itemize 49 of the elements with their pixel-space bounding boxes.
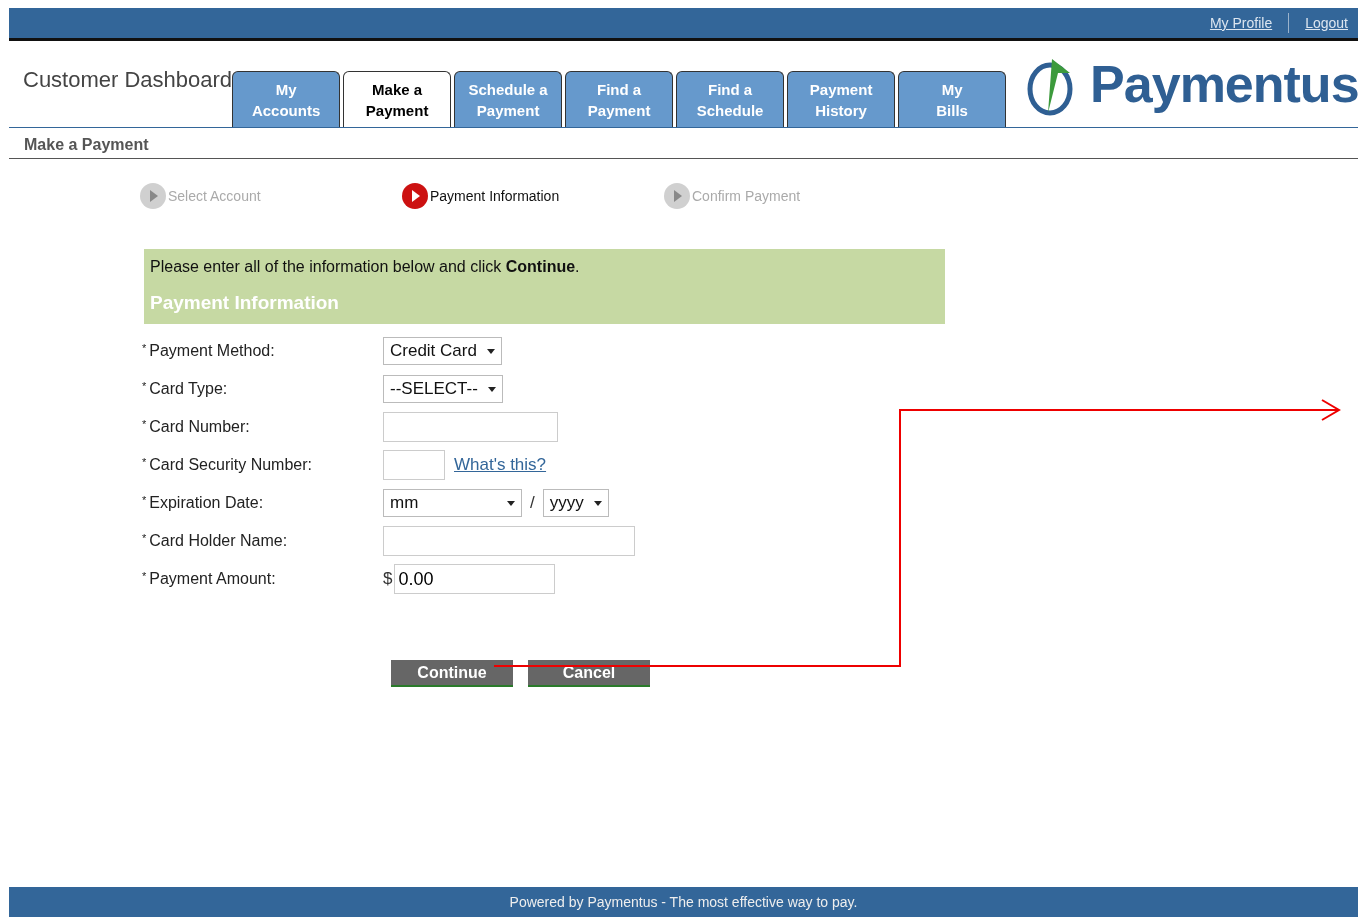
field-label: Card Security Number: xyxy=(149,456,312,474)
step-label: Confirm Payment xyxy=(692,188,801,204)
required-mark: * xyxy=(142,532,147,544)
select-dropdown[interactable]: --SELECT-- xyxy=(383,375,503,403)
top-link[interactable]: Logout xyxy=(1305,15,1348,31)
top-link[interactable]: My Profile xyxy=(1209,15,1273,31)
date-separator: / xyxy=(530,493,535,513)
field-label: Payment Method: xyxy=(149,342,275,360)
required-mark: * xyxy=(142,494,147,506)
field-label: Payment Amount: xyxy=(149,570,276,588)
field-label: Card Number: xyxy=(149,418,250,436)
nav-tab[interactable]: Schedule a Payment xyxy=(454,71,563,127)
required-mark: * xyxy=(142,380,147,392)
panel-heading: Payment Information xyxy=(150,292,340,314)
dropdown-caret-icon xyxy=(486,348,495,354)
select-dropdown[interactable]: Credit Card xyxy=(383,337,502,365)
form-button[interactable]: Continue xyxy=(391,660,513,687)
nav-tab[interactable]: Make a Payment xyxy=(343,71,452,127)
nav-tab[interactable]: Find a Payment xyxy=(565,71,674,127)
dropdown-caret-icon xyxy=(593,500,602,506)
page-title: Customer Dashboard xyxy=(22,67,233,93)
dropdown-caret-icon xyxy=(487,386,496,392)
nav-tab[interactable]: My Bills xyxy=(898,71,1007,127)
footer-bar: Powered by Paymentus - The most effective way to pay. xyxy=(9,887,1358,917)
help-link[interactable]: What's this? xyxy=(454,455,547,475)
nav-tab[interactable]: Payment History xyxy=(787,71,896,127)
nav-tab[interactable]: Find a Schedule xyxy=(676,71,785,127)
dropdown-caret-icon xyxy=(507,500,515,506)
field-label: Card Holder Name: xyxy=(149,532,288,550)
required-mark: * xyxy=(142,570,147,582)
required-mark: * xyxy=(142,342,147,354)
nav-tab[interactable]: My Accounts xyxy=(232,71,341,127)
section-title: Make a Payment xyxy=(24,136,149,153)
required-mark: * xyxy=(142,418,147,430)
field-label: Card Type: xyxy=(149,380,228,398)
text-input[interactable] xyxy=(383,526,635,556)
step-label: Payment Information xyxy=(430,188,560,204)
currency-symbol: $ xyxy=(383,569,393,589)
text-input[interactable] xyxy=(383,412,558,442)
form-button[interactable]: Cancel xyxy=(528,660,650,687)
instruction-text: Please enter all of the information below and click Continue. xyxy=(150,258,581,276)
required-mark: * xyxy=(142,456,147,468)
logo-text: Paymentus xyxy=(1090,54,1358,114)
select-dropdown[interactable]: mm xyxy=(383,489,522,517)
step-label: Select Account xyxy=(168,188,261,204)
select-dropdown[interactable]: yyyy xyxy=(542,489,609,517)
field-label: Expiration Date: xyxy=(149,494,264,512)
text-input[interactable] xyxy=(383,450,445,480)
amount-input[interactable]: 0.00 xyxy=(394,564,556,594)
